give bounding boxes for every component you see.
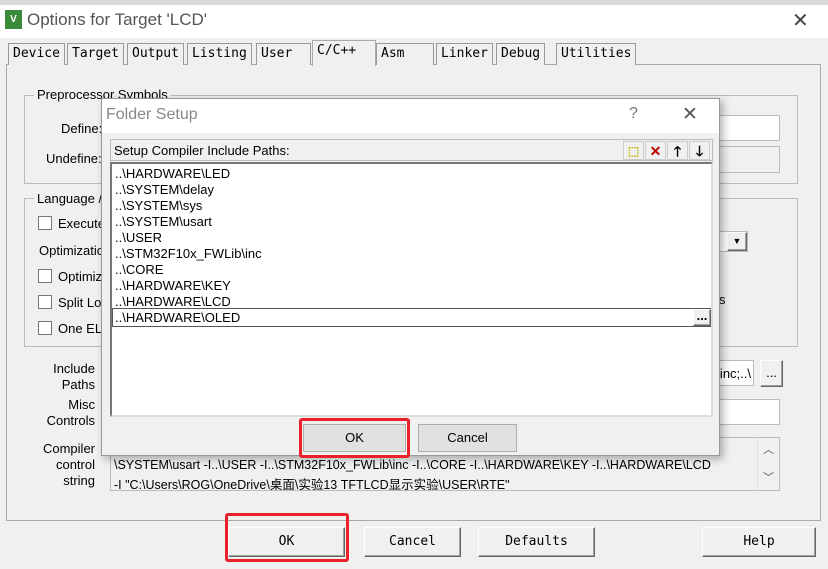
compiler-label-line1: Compiler [42,441,95,456]
split-load-checkbox[interactable] [38,295,52,309]
execute-only-checkbox[interactable] [38,216,52,230]
window-title: Options for Target 'LCD' [27,10,208,29]
tab-c-cpp[interactable]: C/C++ [312,40,376,66]
list-item[interactable]: ..\SYSTEM\delay [115,182,214,198]
include-label-line2: Paths [61,377,95,392]
include-paths-header-label: Setup Compiler Include Paths: [114,143,290,158]
tab-utilities[interactable]: Utilities [556,43,637,65]
highlight-box-folder-ok [299,418,410,458]
compiler-label-line2: control [55,457,95,472]
include-paths-list: ..\HARDWARE\LED ..\SYSTEM\delay ..\SYSTE… [110,162,713,417]
tab-user[interactable]: User [256,43,311,65]
include-browse-button[interactable]: ... [760,360,783,387]
compiler-control-label: Compiler control string [10,441,95,489]
one-elf-checkbox[interactable] [38,321,52,335]
move-down-icon[interactable]: 🡓 [689,141,710,160]
tab-output[interactable]: Output [127,43,184,65]
misc-label-line2: Controls [46,413,95,428]
keil-uvision-icon: V [5,10,22,29]
compiler-line-3: -I "C:\Users\ROG\OneDrive\桌面\实验13 TFTLCD… [114,478,510,491]
list-item[interactable]: ..\SYSTEM\sys [115,198,202,214]
path-edit-input[interactable]: ..\HARDWARE\OLED [115,310,240,325]
compiler-line-2: \SYSTEM\usart -I..\USER -I..\STM32F10x_F… [114,458,711,472]
list-item[interactable]: ..\STM32F10x_FWLib\inc [115,246,262,262]
scrollbar[interactable]: ︿ ﹀ [757,438,779,490]
define-label: Define: [61,121,103,136]
misc-controls-label: Misc Controls [10,397,95,429]
defaults-button[interactable]: Defaults [478,527,595,557]
new-folder-icon[interactable]: ⬚ [623,141,644,160]
compiler-label-line3: string [63,473,95,488]
chevron-down-icon[interactable]: ▼ [727,232,747,251]
path-browse-button[interactable]: ... [693,309,711,326]
scroll-down-icon[interactable]: ﹀ [758,469,779,485]
delete-icon[interactable]: ✕ [645,141,666,160]
folder-cancel-button[interactable]: Cancel [418,424,517,452]
include-label-line1: Include [53,361,95,376]
move-up-icon[interactable]: 🡑 [667,141,688,160]
tab-device[interactable]: Device [8,43,65,65]
optimize-time-checkbox[interactable] [38,269,52,283]
help-icon[interactable]: ? [629,105,638,123]
tab-debug[interactable]: Debug [496,43,546,65]
list-item[interactable]: ..\HARDWARE\KEY [115,278,231,294]
undefine-label: Undefine: [46,151,102,166]
scroll-up-icon[interactable]: ︿ [758,441,779,457]
cancel-button[interactable]: Cancel [364,527,461,557]
close-icon[interactable]: ✕ [682,103,698,126]
folder-setup-dialog: Folder Setup ? ✕ Setup Compiler Include … [101,98,720,458]
close-icon[interactable]: ✕ [792,8,809,33]
help-button[interactable]: Help [702,527,816,557]
tab-target[interactable]: Target [67,43,124,65]
tab-listing[interactable]: Listing [187,43,252,65]
tab-asm[interactable]: Asm [376,43,434,65]
list-item[interactable]: ..\HARDWARE\LED [115,166,230,182]
list-item[interactable]: ..\USER [115,230,162,246]
list-item[interactable]: ..\CORE [115,262,163,278]
include-paths-label: Include Paths [10,361,95,393]
folder-setup-title: Folder Setup [106,106,198,123]
list-item[interactable]: ..\SYSTEM\usart [115,214,212,230]
misc-label-line1: Misc [68,397,95,412]
include-paths-header: Setup Compiler Include Paths: ⬚ ✕ 🡑 🡓 [110,139,713,161]
highlight-box-ok [225,513,349,562]
tab-linker[interactable]: Linker [436,43,493,65]
path-edit-row[interactable]: ..\HARDWARE\OLED ... [112,308,711,327]
